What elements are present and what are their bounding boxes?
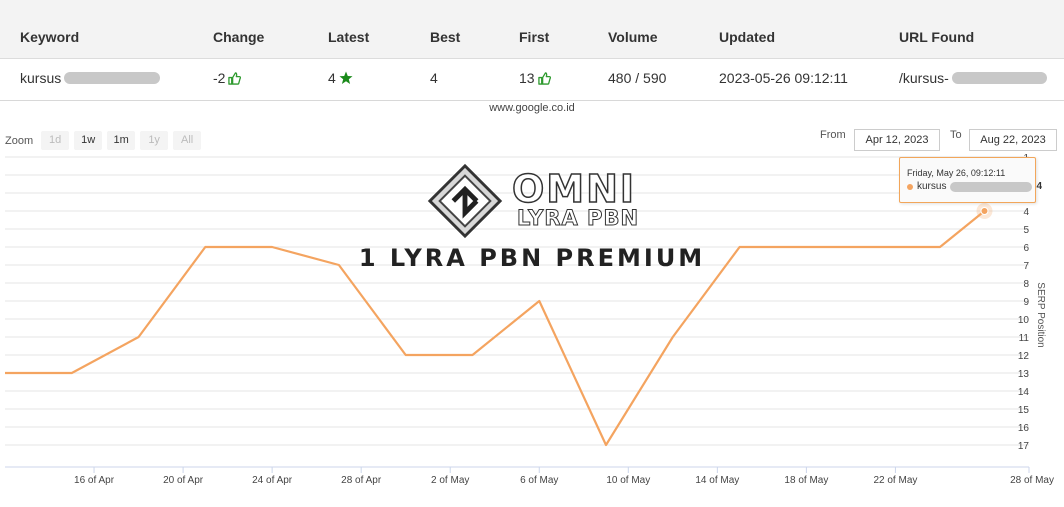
y-tick-label: 9	[1023, 297, 1029, 308]
redacted-block	[950, 181, 1033, 192]
data-point	[980, 207, 989, 215]
y-tick-label: 17	[1018, 441, 1030, 452]
y-tick-label: 10	[1018, 315, 1030, 326]
x-tick-label: 28 of Apr	[341, 475, 382, 486]
x-tick-label: 20 of Apr	[163, 475, 204, 486]
y-axis-title: SERP Position	[1035, 282, 1046, 347]
tooltip-series-row: kursus 4	[907, 181, 1042, 192]
y-tick-label: 15	[1018, 405, 1030, 416]
y-tick-label: 16	[1018, 423, 1030, 434]
y-tick-label: 4	[1023, 207, 1029, 218]
x-tick-label: 14 of May	[695, 475, 739, 486]
y-tick-label: 12	[1018, 351, 1030, 362]
x-tick-label: 10 of May	[606, 475, 650, 486]
chart-grid	[5, 156, 1029, 446]
y-tick-label: 13	[1018, 369, 1030, 380]
x-tick-label: 2 of May	[431, 475, 469, 486]
y-tick-label: 8	[1023, 279, 1029, 290]
y-tick-label: 7	[1023, 261, 1029, 272]
x-tick-label: 16 of Apr	[74, 475, 115, 486]
chart-tooltip: Friday, May 26, 09:12:11 kursus 4	[899, 157, 1042, 203]
x-tick-label: 24 of Apr	[252, 475, 293, 486]
tooltip-value: 4	[1036, 181, 1043, 192]
x-axis: 16 of Apr 20 of Apr 24 of Apr 28 of Apr 2 of…	[5, 466, 1054, 486]
x-tick-label: 6 of May	[520, 475, 558, 486]
tooltip-date: Friday, May 26, 09:12:11	[907, 168, 1006, 178]
tooltip-series-name: kursus	[917, 181, 947, 192]
x-tick-label: 18 of May	[784, 475, 828, 486]
y-tick-label: 5	[1023, 225, 1029, 236]
series-line	[5, 210, 986, 447]
series-dot-icon	[907, 183, 913, 190]
y-tick-label: 14	[1018, 387, 1030, 398]
serp-position-chart[interactable]: 1234567891011121314151617 16 of Apr20 of…	[0, 0, 1064, 507]
y-tick-label: 11	[1019, 333, 1030, 344]
y-tick-label: 6	[1023, 243, 1029, 254]
x-tick-label: 28 of May	[1010, 475, 1054, 486]
x-tick-label: 22 of May	[873, 475, 917, 486]
